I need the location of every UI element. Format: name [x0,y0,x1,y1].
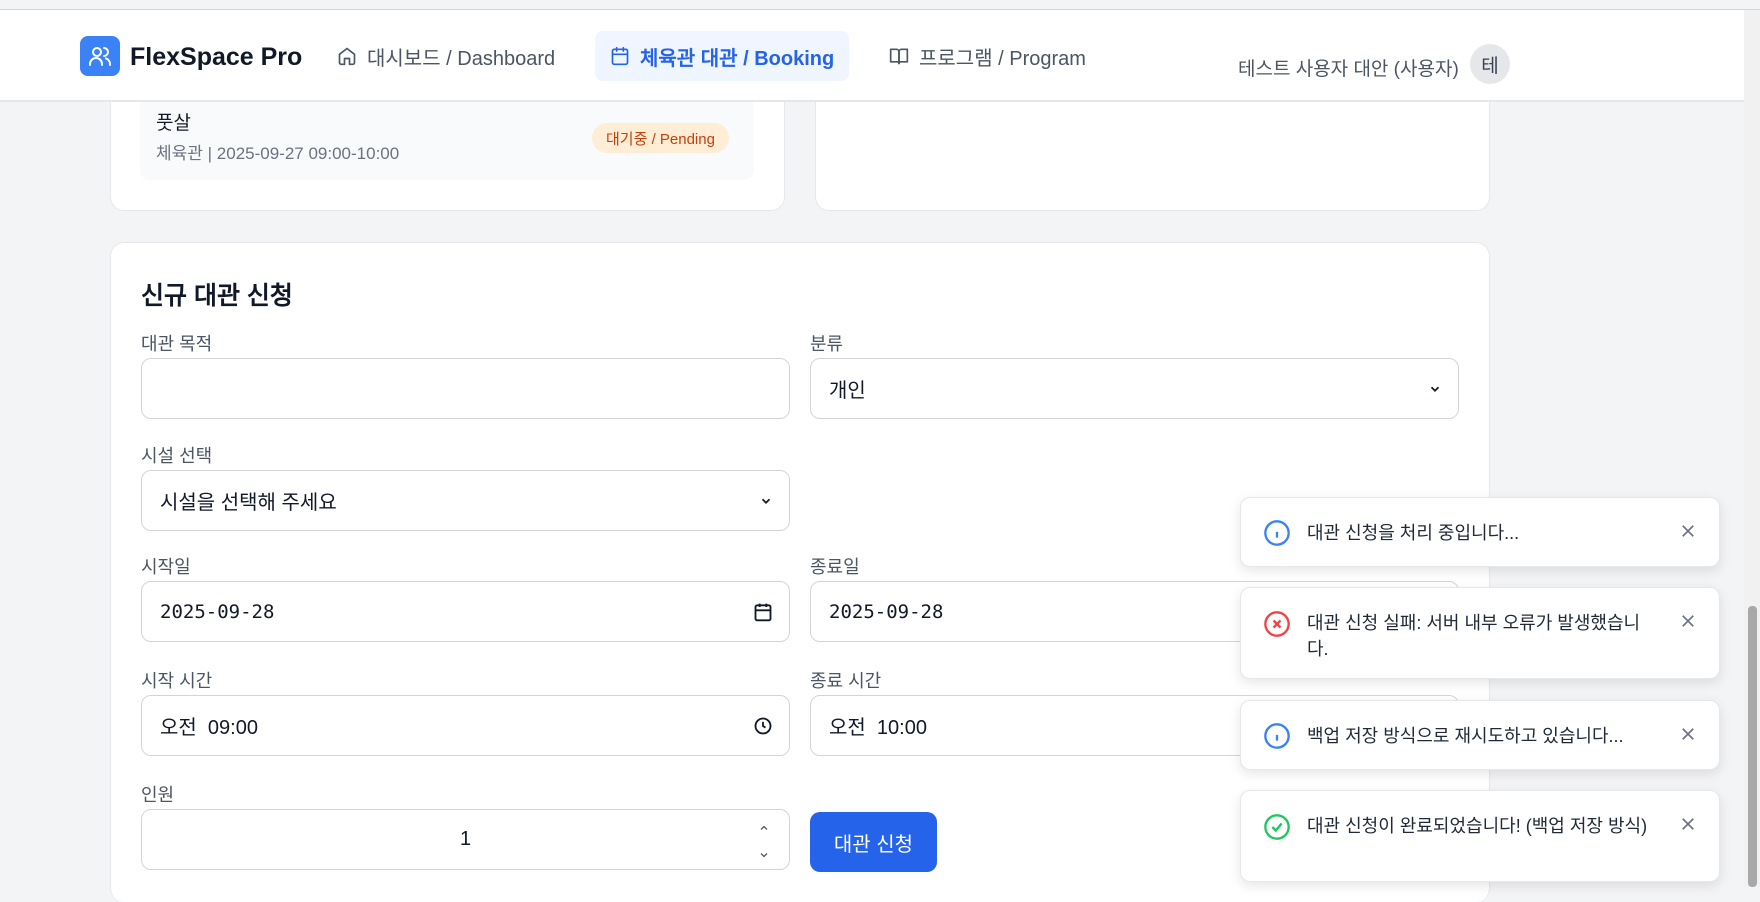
close-icon[interactable] [1679,815,1697,833]
clock-icon[interactable] [753,716,773,736]
toast-info-processing: 대관 신청을 처리 중입니다... [1240,497,1720,567]
category-label: 분류 [810,334,844,354]
facility-select[interactable]: 시설을 선택해 주세요 [141,470,790,531]
toast-message: 대관 신청이 완료되었습니다! (백업 저장 방식) [1307,816,1648,836]
nav-program-label: 프로그램 / Program [919,47,1086,70]
toast-success: 대관 신청이 완료되었습니다! (백업 저장 방식) [1240,790,1720,882]
toast-info-retry: 백업 저장 방식으로 재시도하고 있습니다... [1240,700,1720,770]
info-icon [1264,723,1290,749]
avatar[interactable]: 테 [1470,44,1510,84]
page-title: 신규 대관 신청 [141,282,293,310]
increment-icon[interactable] [757,822,771,834]
chevron-down-icon [761,498,771,504]
close-icon[interactable] [1679,612,1697,630]
toast-message: 대관 신청을 처리 중입니다... [1307,523,1520,543]
decrement-icon[interactable] [757,849,771,861]
close-icon[interactable] [1679,725,1697,743]
user-name: 테스트 사용자 대안 (사용자) [1238,59,1459,80]
scrollbar-thumb[interactable] [1748,606,1757,887]
status-badge: 대기중 / Pending [592,123,729,153]
nav-dashboard[interactable]: 대시보드 / Dashboard [322,31,570,81]
people-label: 인원 [141,785,175,805]
nav-booking-label: 체육관 대관 / Booking [640,47,835,70]
people-value: 1 [459,828,472,850]
home-icon [338,47,356,66]
browser-top-edge [0,0,1760,10]
category-value: 개인 [829,380,866,402]
calendar-picker-icon[interactable] [753,602,773,622]
purpose-label: 대관 목적 [141,334,213,354]
nav-booking[interactable]: 체육관 대관 / Booking [595,31,850,81]
start-time-label: 시작 시간 [141,671,213,691]
end-date-value: 2025-09-28 [829,600,944,623]
calendar-icon [611,46,629,66]
brand-name[interactable]: FlexSpace Pro [130,43,302,72]
check-circle-icon [1264,814,1290,840]
info-icon [1264,520,1290,546]
close-icon[interactable] [1679,522,1697,540]
toast-message: 대관 신청 실패: 서버 내부 오류가 발생했습니다. [1307,613,1641,659]
purpose-input[interactable] [141,358,790,419]
facility-value: 시설을 선택해 주세요 [160,492,337,514]
booking-item-details: 체육관 | 2025-09-27 09:00-10:00 [156,144,400,163]
start-time-value: 오전 09:00 [160,717,258,739]
start-date-value: 2025-09-28 [160,600,275,623]
end-date-label: 종료일 [810,557,860,577]
users-logo-icon[interactable] [80,36,120,76]
toast-message: 백업 저장 방식으로 재시도하고 있습니다... [1307,726,1624,746]
start-date-label: 시작일 [141,557,191,577]
booking-item[interactable]: 풋살 체육관 | 2025-09-27 09:00-10:00 대기중 / Pe… [140,96,754,180]
end-time-label: 종료 시간 [810,671,882,691]
book-icon [889,48,909,65]
people-stepper[interactable]: 1 [141,809,790,870]
app-header: FlexSpace Pro 대시보드 / Dashboard 체육관 대관 / … [0,10,1744,101]
start-time-input[interactable]: 오전 09:00 [141,695,790,756]
facility-label: 시설 선택 [141,446,213,466]
booking-item-title: 풋살 [156,113,191,134]
nav-dashboard-label: 대시보드 / Dashboard [367,47,556,70]
end-time-value: 오전 10:00 [829,717,927,739]
chevron-down-icon [1430,386,1440,392]
category-select[interactable]: 개인 [810,358,1459,419]
start-date-input[interactable]: 2025-09-28 [141,581,790,642]
nav-program[interactable]: 프로그램 / Program [874,31,1101,81]
toast-error: 대관 신청 실패: 서버 내부 오류가 발생했습니다. [1240,587,1720,679]
submit-booking-button[interactable]: 대관 신청 [810,812,937,872]
error-icon [1264,611,1290,637]
